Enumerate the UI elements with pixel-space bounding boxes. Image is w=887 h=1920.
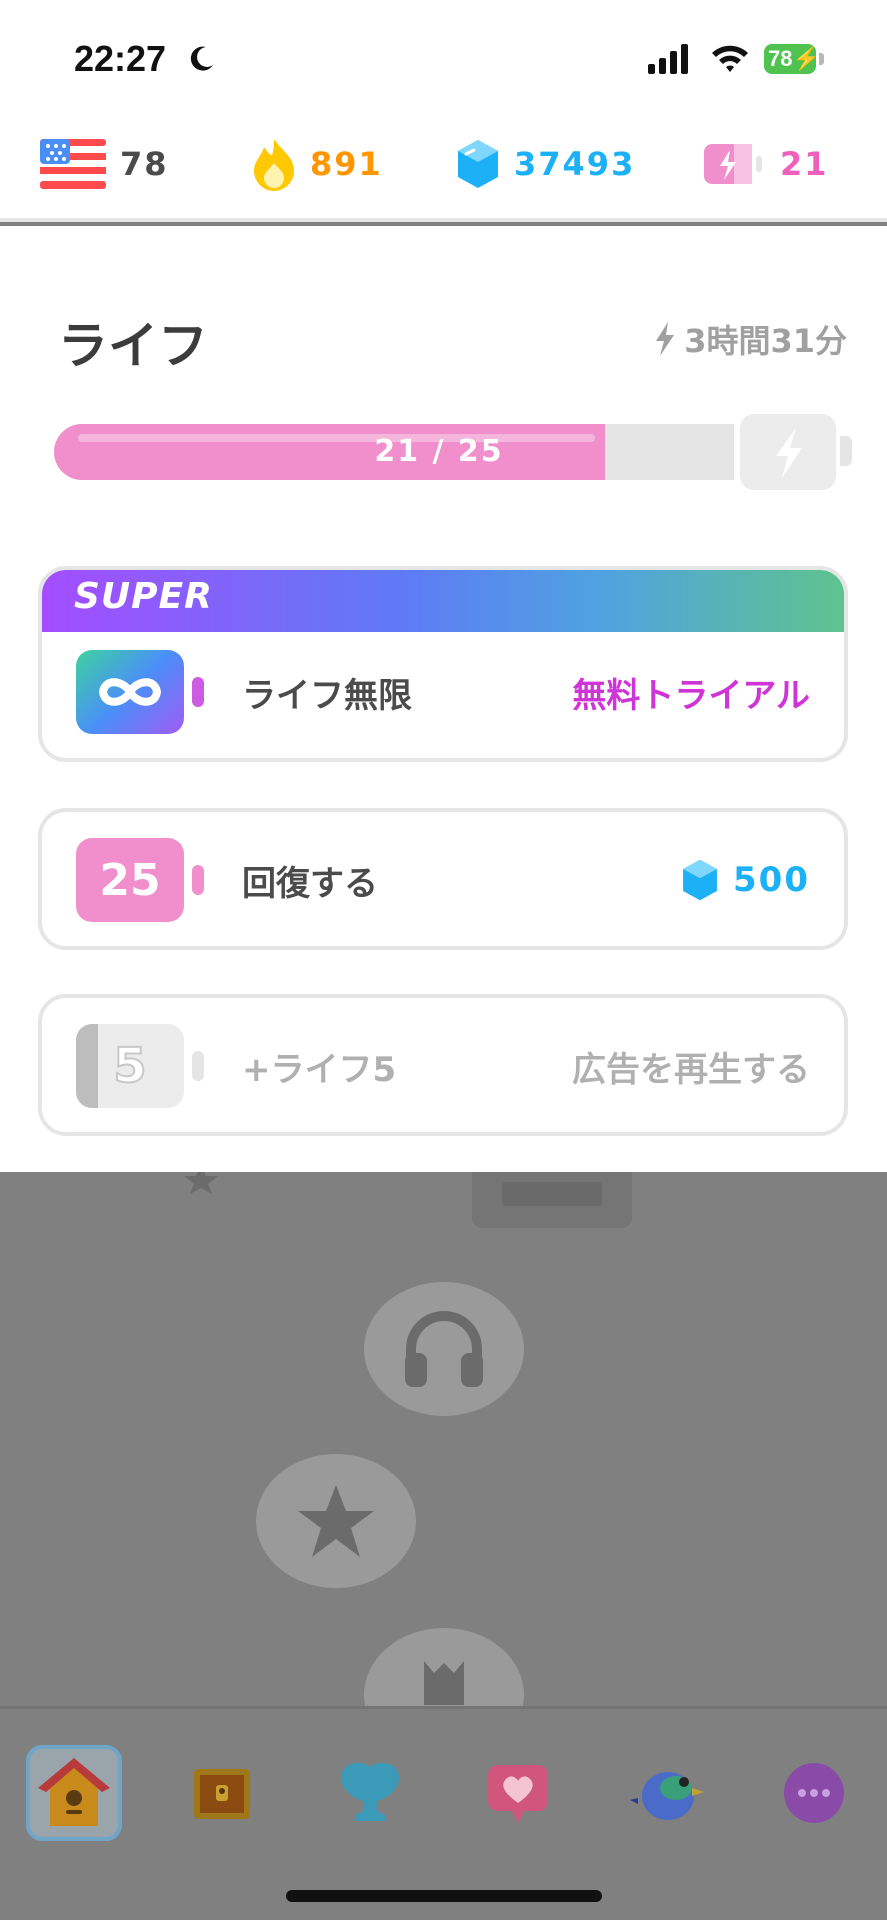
battery-level: 78⚡: [764, 44, 820, 74]
dimmed-learning-path[interactable]: [0, 1172, 887, 1706]
nav-home[interactable]: [26, 1745, 122, 1841]
battery-indicator: 78⚡: [764, 44, 826, 74]
refill-price[interactable]: 500: [681, 858, 810, 902]
gems-counter[interactable]: 37493: [456, 136, 635, 192]
refill-battery-icon: 25: [76, 838, 184, 922]
super-header: SUPER: [42, 570, 844, 632]
watch-ad-card[interactable]: 5 +ライフ5 広告を再生する: [38, 994, 848, 1136]
ad-reward-label: +ライフ5: [242, 1049, 397, 1090]
gems-count: 37493: [514, 145, 636, 183]
gem-icon: [683, 859, 717, 901]
energy-count: 21: [780, 145, 829, 183]
shield-icon: [341, 1762, 399, 1821]
nav-friends[interactable]: [470, 1745, 566, 1841]
infinity-icon: [76, 650, 184, 734]
treasure-chest-icon: [472, 1172, 632, 1228]
bird-icon: [630, 1772, 704, 1820]
home-indicator[interactable]: [286, 1890, 602, 1902]
refill-label: 回復する: [242, 863, 378, 904]
free-trial-button[interactable]: 無料トライアル: [572, 668, 810, 717]
us-flag-icon: [40, 139, 106, 189]
headphones-icon: [364, 1282, 524, 1416]
streak-counter[interactable]: 891: [252, 136, 383, 192]
energy-counter[interactable]: 21: [704, 136, 829, 192]
streak-count: 891: [310, 145, 383, 183]
super-unlimited-card[interactable]: SUPER ライフ無限 無料トライアル: [38, 566, 848, 762]
wifi-icon: [712, 45, 748, 72]
unlimited-energy-label: ライフ無限: [242, 675, 412, 716]
energy-cap: [740, 414, 836, 490]
watch-ad-button[interactable]: 広告を再生する: [572, 1042, 810, 1091]
refill-card[interactable]: 25 回復する 500: [38, 808, 848, 950]
nav-chest[interactable]: [174, 1745, 270, 1841]
chest-icon: [194, 1769, 250, 1819]
nav-more[interactable]: [766, 1745, 862, 1841]
refill-price-value: 500: [733, 860, 810, 900]
moon-icon: [190, 46, 213, 71]
lightning-icon: [776, 428, 802, 478]
stats-bar: 78 891 37493 21: [0, 110, 887, 222]
energy-progress-text: 21 / 25: [374, 434, 504, 469]
language-level: 78: [120, 145, 169, 183]
ad-battery-icon: 5: [76, 1024, 184, 1108]
heart-message-icon: [488, 1765, 548, 1823]
flame-icon: [254, 139, 294, 191]
super-label: SUPER: [74, 576, 213, 617]
lightning-icon: [656, 322, 675, 356]
cellular-signal-icon: [648, 44, 688, 74]
trophy-icon: [364, 1628, 524, 1706]
panel-title: ライフ: [58, 317, 208, 375]
gem-icon: [458, 140, 498, 188]
status-time: 22:27: [74, 38, 167, 79]
nav-leagues[interactable]: [322, 1745, 418, 1841]
star-icon: [184, 1172, 218, 1194]
more-icon: [784, 1763, 844, 1823]
energy-battery-icon: [704, 144, 762, 184]
language-selector[interactable]: 78: [40, 136, 169, 192]
status-bar: 22:27 78⚡: [0, 0, 887, 110]
refill-icon-number: 25: [99, 854, 161, 906]
nav-character[interactable]: [620, 1745, 716, 1841]
bottom-navigation: [0, 1706, 887, 1920]
energy-progress-bar: 21 / 25: [54, 424, 734, 480]
star-icon: [256, 1454, 416, 1588]
home-icon: [38, 1758, 110, 1826]
refill-timer-text: 3時間31分: [684, 322, 847, 360]
energy-panel: ライフ 3時間31分 21 / 25 SUPER ライフ無限 無料トライアル 2…: [0, 226, 887, 1172]
refill-timer: 3時間31分: [654, 316, 847, 362]
ad-icon-number: 5: [112, 1037, 147, 1095]
